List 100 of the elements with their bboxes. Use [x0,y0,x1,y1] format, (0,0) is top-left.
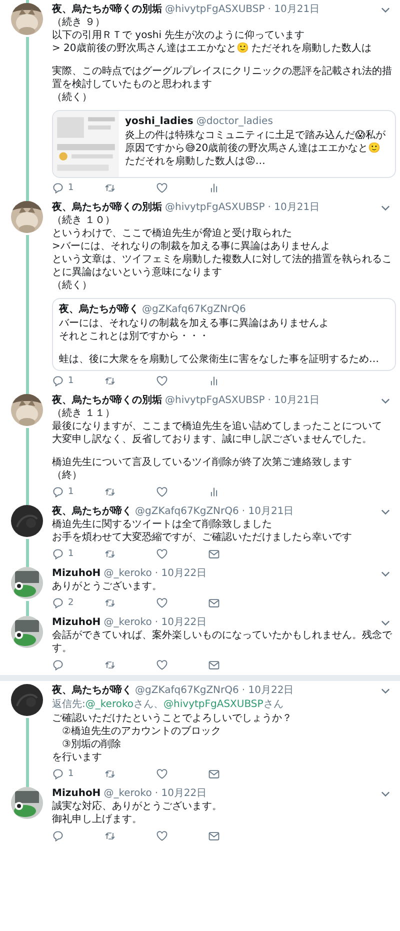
reply-count: 2 [68,598,74,608]
tweet-text: ③別垢の削除 [61,738,122,751]
quoted-author-handle: @gZKafq67KgZNrQ6 [142,303,246,316]
mail-icon[interactable] [208,768,220,780]
caret-icon[interactable] [381,790,390,796]
author-handle[interactable]: @gZKafq67KgZNrQ6 [135,684,239,697]
caret-icon[interactable] [381,688,390,694]
author-handle[interactable]: @hivytpFgASXUBSP [165,3,265,16]
tweet-text: （続き １０） [52,214,116,227]
author-handle[interactable]: @_keroko [104,567,152,580]
tweet-date[interactable]: · 10月21日 [242,505,294,518]
mention-link[interactable]: @_keroko [85,699,134,710]
quoted-text: 炎上の件は特殊なコミュニティに土足で踏み込んだ😱私が原因ですから😅20歳前後の野次馬さん達はエエかなと🙂 [125,129,386,155]
mail-icon[interactable] [208,548,220,560]
reply-label: 返信先: [52,699,86,710]
retweet-icon[interactable] [104,768,116,780]
reply-icon[interactable] [52,597,64,609]
author-name[interactable]: 夜、烏たちが啼く [52,505,132,518]
quoted-text: バーには、それなりの制裁を加える事に異論はありませんよ [59,317,330,330]
tweet-date[interactable]: · 10月22日 [154,787,207,800]
tweet-text: >バーには、それなりの制裁を加える事に異論はありませんよ [52,240,332,253]
caret-icon[interactable] [381,398,390,404]
tweet-date[interactable]: · 10月22日 [242,684,294,697]
mention-link[interactable]: @hivytpFgASXUBSP [164,699,264,710]
tweet-text: という文章は、ツイフェミを扇動した複数人に対して法的措置を執られることに異論はないという意味になります [52,253,393,279]
author-name[interactable]: 夜、烏たちが啼く [52,684,132,697]
tweet-text: 最後になりますが、ここまで橋迫先生を追い詰めてしまったことについて [52,420,383,433]
analytics-icon[interactable] [208,486,220,498]
author-handle[interactable]: @hivytpFgASXUBSP [165,394,265,407]
retweet-icon[interactable] [104,830,116,842]
retweet-icon[interactable] [104,182,116,194]
heart-icon[interactable] [156,548,168,560]
retweet-icon[interactable] [104,659,116,671]
tweet-text: 実際、この時点ではグーグルプレイスにクリニックの悪評を記載され法的措置を検討していたものと思われます [52,65,393,91]
quote-card[interactable]: yoshi_ladies @doctor_ladies 炎上の件は特殊なコミュニティに土足で踏み込んだ😱私が原因ですから😅20歳前後の野次馬さん達はエエかなと🙂 ただそれを扇動した数人は😡… [52,110,396,178]
analytics-icon[interactable] [208,375,220,387]
tweet-text: 橋迫先生について言及しているツイ削除が終了次第ご連絡致します [52,456,353,469]
reply-icon[interactable] [52,182,64,194]
reply-count: 1 [68,549,74,559]
tweet-date[interactable]: · 10月22日 [154,567,207,580]
quoted-author-handle: @doctor_ladies [196,115,273,128]
mail-icon[interactable] [208,597,220,609]
tweet-text: （終） [52,469,83,482]
caret-icon[interactable] [381,570,390,576]
author-name[interactable]: MizuhoH [52,787,101,800]
tweet-date[interactable]: · 10月22日 [154,616,207,629]
caret-icon[interactable] [381,620,390,626]
analytics-icon[interactable] [208,182,220,194]
reply-icon[interactable] [52,375,64,387]
retweet-icon[interactable] [104,548,116,560]
heart-icon[interactable] [156,830,168,842]
heart-icon[interactable] [156,659,168,671]
author-name[interactable]: 夜、烏たちが啼くの別垢 [52,3,162,16]
quoted-text: 蛙は、後に大衆をを扇動して公衆衛生に害をなした事を証明するため… [59,353,379,366]
reply-count: 1 [68,183,74,193]
quoted-author-name: 夜、烏たちが啼く [59,303,139,316]
quote-card[interactable]: 夜、烏たちが啼く @gZKafq67KgZNrQ6 バーには、それなりの制裁を加える事に異論はありませんよ それとこれとは別ですから・・・ 蛙は、後に大衆をを扇動して公衆衛生に害をなした事を証明するため… [52,298,396,371]
reply-count: 1 [68,487,74,497]
author-name[interactable]: 夜、烏たちが啼くの別垢 [52,394,162,407]
reply-icon[interactable] [52,486,64,498]
tweet-date[interactable]: · 10月21日 [268,201,320,214]
reply-icon[interactable] [52,830,64,842]
retweet-icon[interactable] [104,597,116,609]
heart-icon[interactable] [156,486,168,498]
author-name[interactable]: MizuhoH [52,567,101,580]
quoted-text: それとこれとは別ですから・・・ [59,330,210,343]
heart-icon[interactable] [156,375,168,387]
caret-icon[interactable] [381,204,390,210]
tweet-date[interactable]: · 10月21日 [268,394,320,407]
reply-icon[interactable] [52,548,64,560]
tweet-text: お手を煩わせて大変恐縮ですが、ご確認いただけましたら幸いです [52,531,353,544]
reply-icon[interactable] [52,659,64,671]
author-name[interactable]: 夜、烏たちが啼くの別垢 [52,201,162,214]
tweet-text: （続く） [52,91,93,104]
tweet-text: というわけで、ここで橋迫先生が脅迫と受け取られた [52,227,293,240]
tweet-text: を行います [52,751,103,764]
heart-icon[interactable] [156,182,168,194]
author-name[interactable]: MizuhoH [52,616,101,629]
quoted-author-name: yoshi_ladies [125,115,194,128]
mail-icon[interactable] [208,830,220,842]
tweet-date[interactable]: · 10月21日 [268,3,320,16]
caret-icon[interactable] [381,508,390,514]
tweet-text: > 20歳前後の野次馬さん達はエエかなと🙂 ただそれを扇動した数人は [52,42,372,55]
retweet-icon[interactable] [104,375,116,387]
heart-icon[interactable] [156,768,168,780]
tweet-text: 御礼申し上げます。 [52,813,143,826]
author-handle[interactable]: @hivytpFgASXUBSP [165,201,265,214]
tweet-text: ありがとうございます。 [52,580,163,593]
author-handle[interactable]: @_keroko [104,787,152,800]
heart-icon[interactable] [156,597,168,609]
tweet-text: 会話ができていれば、案外楽しいものになっていたかもしれません。残念です。 [52,629,393,655]
reply-icon[interactable] [52,768,64,780]
tweet-text: ご確認いただけたということでよろしいでしょうか？ [52,712,293,725]
author-handle[interactable]: @_keroko [104,616,152,629]
author-handle[interactable]: @gZKafq67KgZNrQ6 [135,505,239,518]
tweet-text: 以下の引用ＲＴで yoshi 先生が次のように仰っています [52,29,306,42]
honorific-text: さん [263,699,284,710]
caret-icon[interactable] [381,6,390,12]
retweet-icon[interactable] [104,486,116,498]
mail-icon[interactable] [208,659,220,671]
